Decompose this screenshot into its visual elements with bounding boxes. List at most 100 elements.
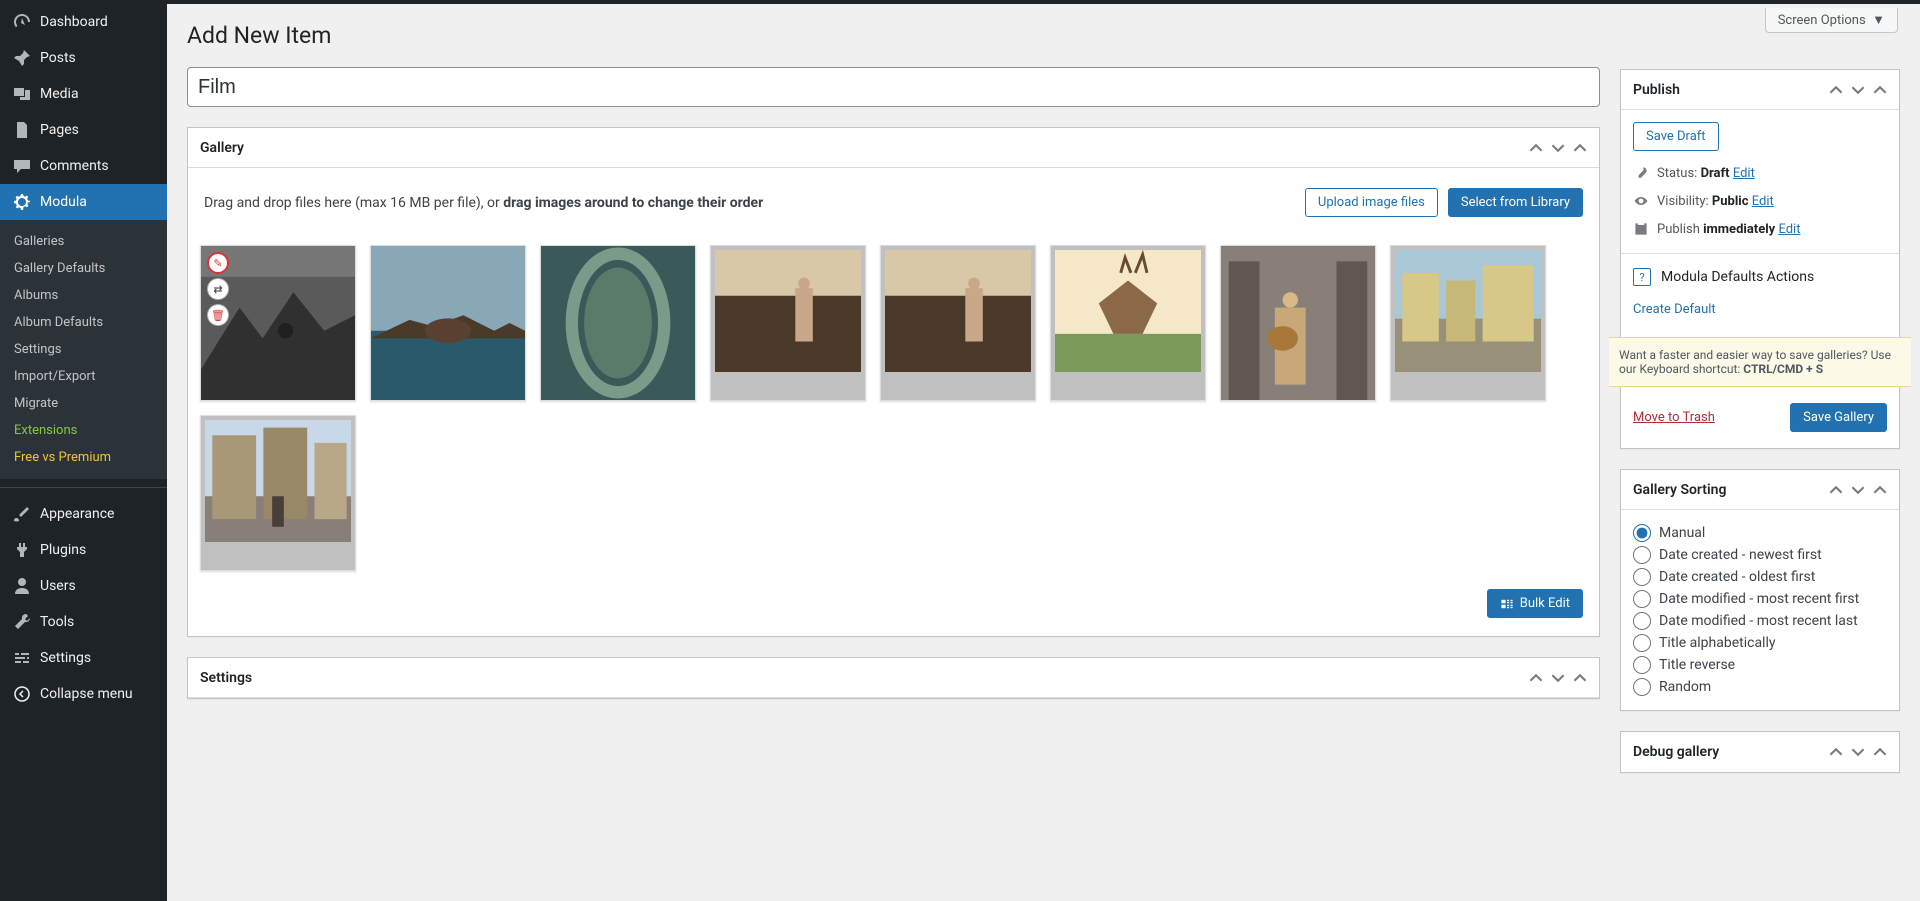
- title-input[interactable]: [187, 67, 1600, 107]
- save-gallery-button[interactable]: Save Gallery: [1790, 403, 1887, 432]
- sidebar-subitem-settings[interactable]: Settings: [0, 336, 167, 363]
- key-icon: [1633, 165, 1649, 181]
- brush-icon: [12, 504, 32, 524]
- sliders-icon: [12, 648, 32, 668]
- visibility-row: Visibility: Public Edit: [1633, 187, 1887, 215]
- sort-radio[interactable]: [1633, 568, 1651, 586]
- sidebar-item-settings[interactable]: Settings: [0, 640, 167, 676]
- sidebar-item-media[interactable]: Media: [0, 76, 167, 112]
- toggle-icon[interactable]: [1873, 483, 1887, 497]
- gallery-image-2[interactable]: [370, 245, 526, 401]
- sort-radio[interactable]: [1633, 590, 1651, 608]
- edit-date-link[interactable]: Edit: [1778, 222, 1800, 237]
- sidebar-item-label: Users: [40, 578, 76, 594]
- edit-image-icon[interactable]: ✎: [207, 252, 229, 274]
- toggle-icon[interactable]: [1573, 141, 1587, 155]
- pin-icon: [12, 48, 32, 68]
- sidebar-item-posts[interactable]: Posts: [0, 40, 167, 76]
- move-down-icon[interactable]: [1851, 483, 1865, 497]
- help-icon[interactable]: ?: [1633, 268, 1651, 286]
- create-default-link[interactable]: Create Default: [1633, 294, 1716, 325]
- sidebar-subitem-import-export[interactable]: Import/Export: [0, 363, 167, 390]
- sidebar-item-appearance[interactable]: Appearance: [0, 496, 167, 532]
- sidebar-item-plugins[interactable]: Plugins: [0, 532, 167, 568]
- sidebar-subitem-migrate[interactable]: Migrate: [0, 390, 167, 417]
- toggle-icon[interactable]: [1573, 671, 1587, 685]
- screen-options-button[interactable]: Screen Options ▼: [1765, 8, 1898, 33]
- dashboard-icon: [12, 12, 32, 32]
- bulk-edit-button[interactable]: Bulk Edit: [1487, 589, 1583, 618]
- move-down-icon[interactable]: [1851, 83, 1865, 97]
- delete-image-icon[interactable]: 🗑: [207, 304, 229, 326]
- sort-radio[interactable]: [1633, 678, 1651, 696]
- sidebar-subitem-album-defaults[interactable]: Album Defaults: [0, 309, 167, 336]
- sort-radio[interactable]: [1633, 634, 1651, 652]
- gallery-image-8[interactable]: [1390, 245, 1546, 401]
- sidebar-item-label: Posts: [40, 50, 76, 66]
- sidebar-item-modula[interactable]: Modula: [0, 184, 167, 220]
- sidebar-subitem-extensions[interactable]: Extensions: [0, 417, 167, 444]
- gear-icon: [12, 192, 32, 212]
- shuffle-image-icon[interactable]: ⇄: [207, 278, 229, 300]
- sort-option[interactable]: Date modified - most recent first: [1633, 588, 1887, 610]
- save-draft-button[interactable]: Save Draft: [1633, 122, 1719, 151]
- sort-option[interactable]: Date modified - most recent last: [1633, 610, 1887, 632]
- sort-option[interactable]: Manual: [1633, 522, 1887, 544]
- sidebar-item-label: Appearance: [40, 506, 114, 522]
- sort-option[interactable]: Date created - newest first: [1633, 544, 1887, 566]
- move-up-icon[interactable]: [1529, 671, 1543, 685]
- move-up-icon[interactable]: [1829, 745, 1843, 759]
- move-up-icon[interactable]: [1829, 83, 1843, 97]
- page-title: Add New Item: [187, 22, 1600, 49]
- move-down-icon[interactable]: [1551, 141, 1565, 155]
- toggle-icon[interactable]: [1873, 745, 1887, 759]
- gallery-sorting-metabox: Gallery Sorting ManualDate created - new…: [1620, 469, 1900, 711]
- gallery-image-9[interactable]: [200, 415, 356, 571]
- sort-radio[interactable]: [1633, 656, 1651, 674]
- toggle-icon[interactable]: [1873, 83, 1887, 97]
- sort-radio[interactable]: [1633, 524, 1651, 542]
- publish-heading: Publish: [1633, 82, 1680, 98]
- sidebar-item-dashboard[interactable]: Dashboard: [0, 4, 167, 40]
- gallery-image-5[interactable]: [880, 245, 1036, 401]
- sidebar-item-tools[interactable]: Tools: [0, 604, 167, 640]
- move-to-trash-link[interactable]: Move to Trash: [1633, 410, 1715, 425]
- sidebar-item-collapse-menu[interactable]: Collapse menu: [0, 676, 167, 712]
- edit-status-link[interactable]: Edit: [1733, 166, 1755, 181]
- sort-option[interactable]: Date created - oldest first: [1633, 566, 1887, 588]
- sidebar-item-label: Media: [40, 86, 79, 102]
- sidebar-subitem-albums[interactable]: Albums: [0, 282, 167, 309]
- sort-label: Date created - newest first: [1659, 547, 1822, 563]
- move-up-icon[interactable]: [1829, 483, 1843, 497]
- sort-option[interactable]: Title reverse: [1633, 654, 1887, 676]
- sidebar-item-label: Plugins: [40, 542, 86, 558]
- sidebar-subitem-gallery-defaults[interactable]: Gallery Defaults: [0, 255, 167, 282]
- publish-date-row: Publish immediately Edit: [1633, 215, 1887, 243]
- upload-image-files-button[interactable]: Upload image files: [1305, 188, 1438, 217]
- plug-icon: [12, 540, 32, 560]
- gallery-image-6[interactable]: [1050, 245, 1206, 401]
- gallery-heading: Gallery: [200, 140, 244, 156]
- sidebar-subitem-free-vs-premium[interactable]: Free vs Premium: [0, 444, 167, 471]
- select-from-library-button[interactable]: Select from Library: [1448, 188, 1583, 217]
- sort-radio[interactable]: [1633, 612, 1651, 630]
- gallery-image-7[interactable]: [1220, 245, 1376, 401]
- gallery-image-1[interactable]: ✎ ⇄ 🗑: [200, 245, 356, 401]
- sort-radio[interactable]: [1633, 546, 1651, 564]
- publish-metabox: Publish Save Draft Status: Draft Edit: [1620, 69, 1900, 449]
- sort-option[interactable]: Random: [1633, 676, 1887, 698]
- move-down-icon[interactable]: [1551, 671, 1565, 685]
- gallery-thumbnails: ✎ ⇄ 🗑: [200, 241, 1587, 583]
- wrench-icon: [12, 612, 32, 632]
- edit-visibility-link[interactable]: Edit: [1752, 194, 1774, 209]
- sidebar-item-comments[interactable]: Comments: [0, 148, 167, 184]
- sidebar-item-pages[interactable]: Pages: [0, 112, 167, 148]
- sort-label: Random: [1659, 679, 1711, 695]
- move-up-icon[interactable]: [1529, 141, 1543, 155]
- sort-option[interactable]: Title alphabetically: [1633, 632, 1887, 654]
- gallery-image-3[interactable]: [540, 245, 696, 401]
- move-down-icon[interactable]: [1851, 745, 1865, 759]
- gallery-image-4[interactable]: [710, 245, 866, 401]
- sidebar-item-users[interactable]: Users: [0, 568, 167, 604]
- sidebar-subitem-galleries[interactable]: Galleries: [0, 228, 167, 255]
